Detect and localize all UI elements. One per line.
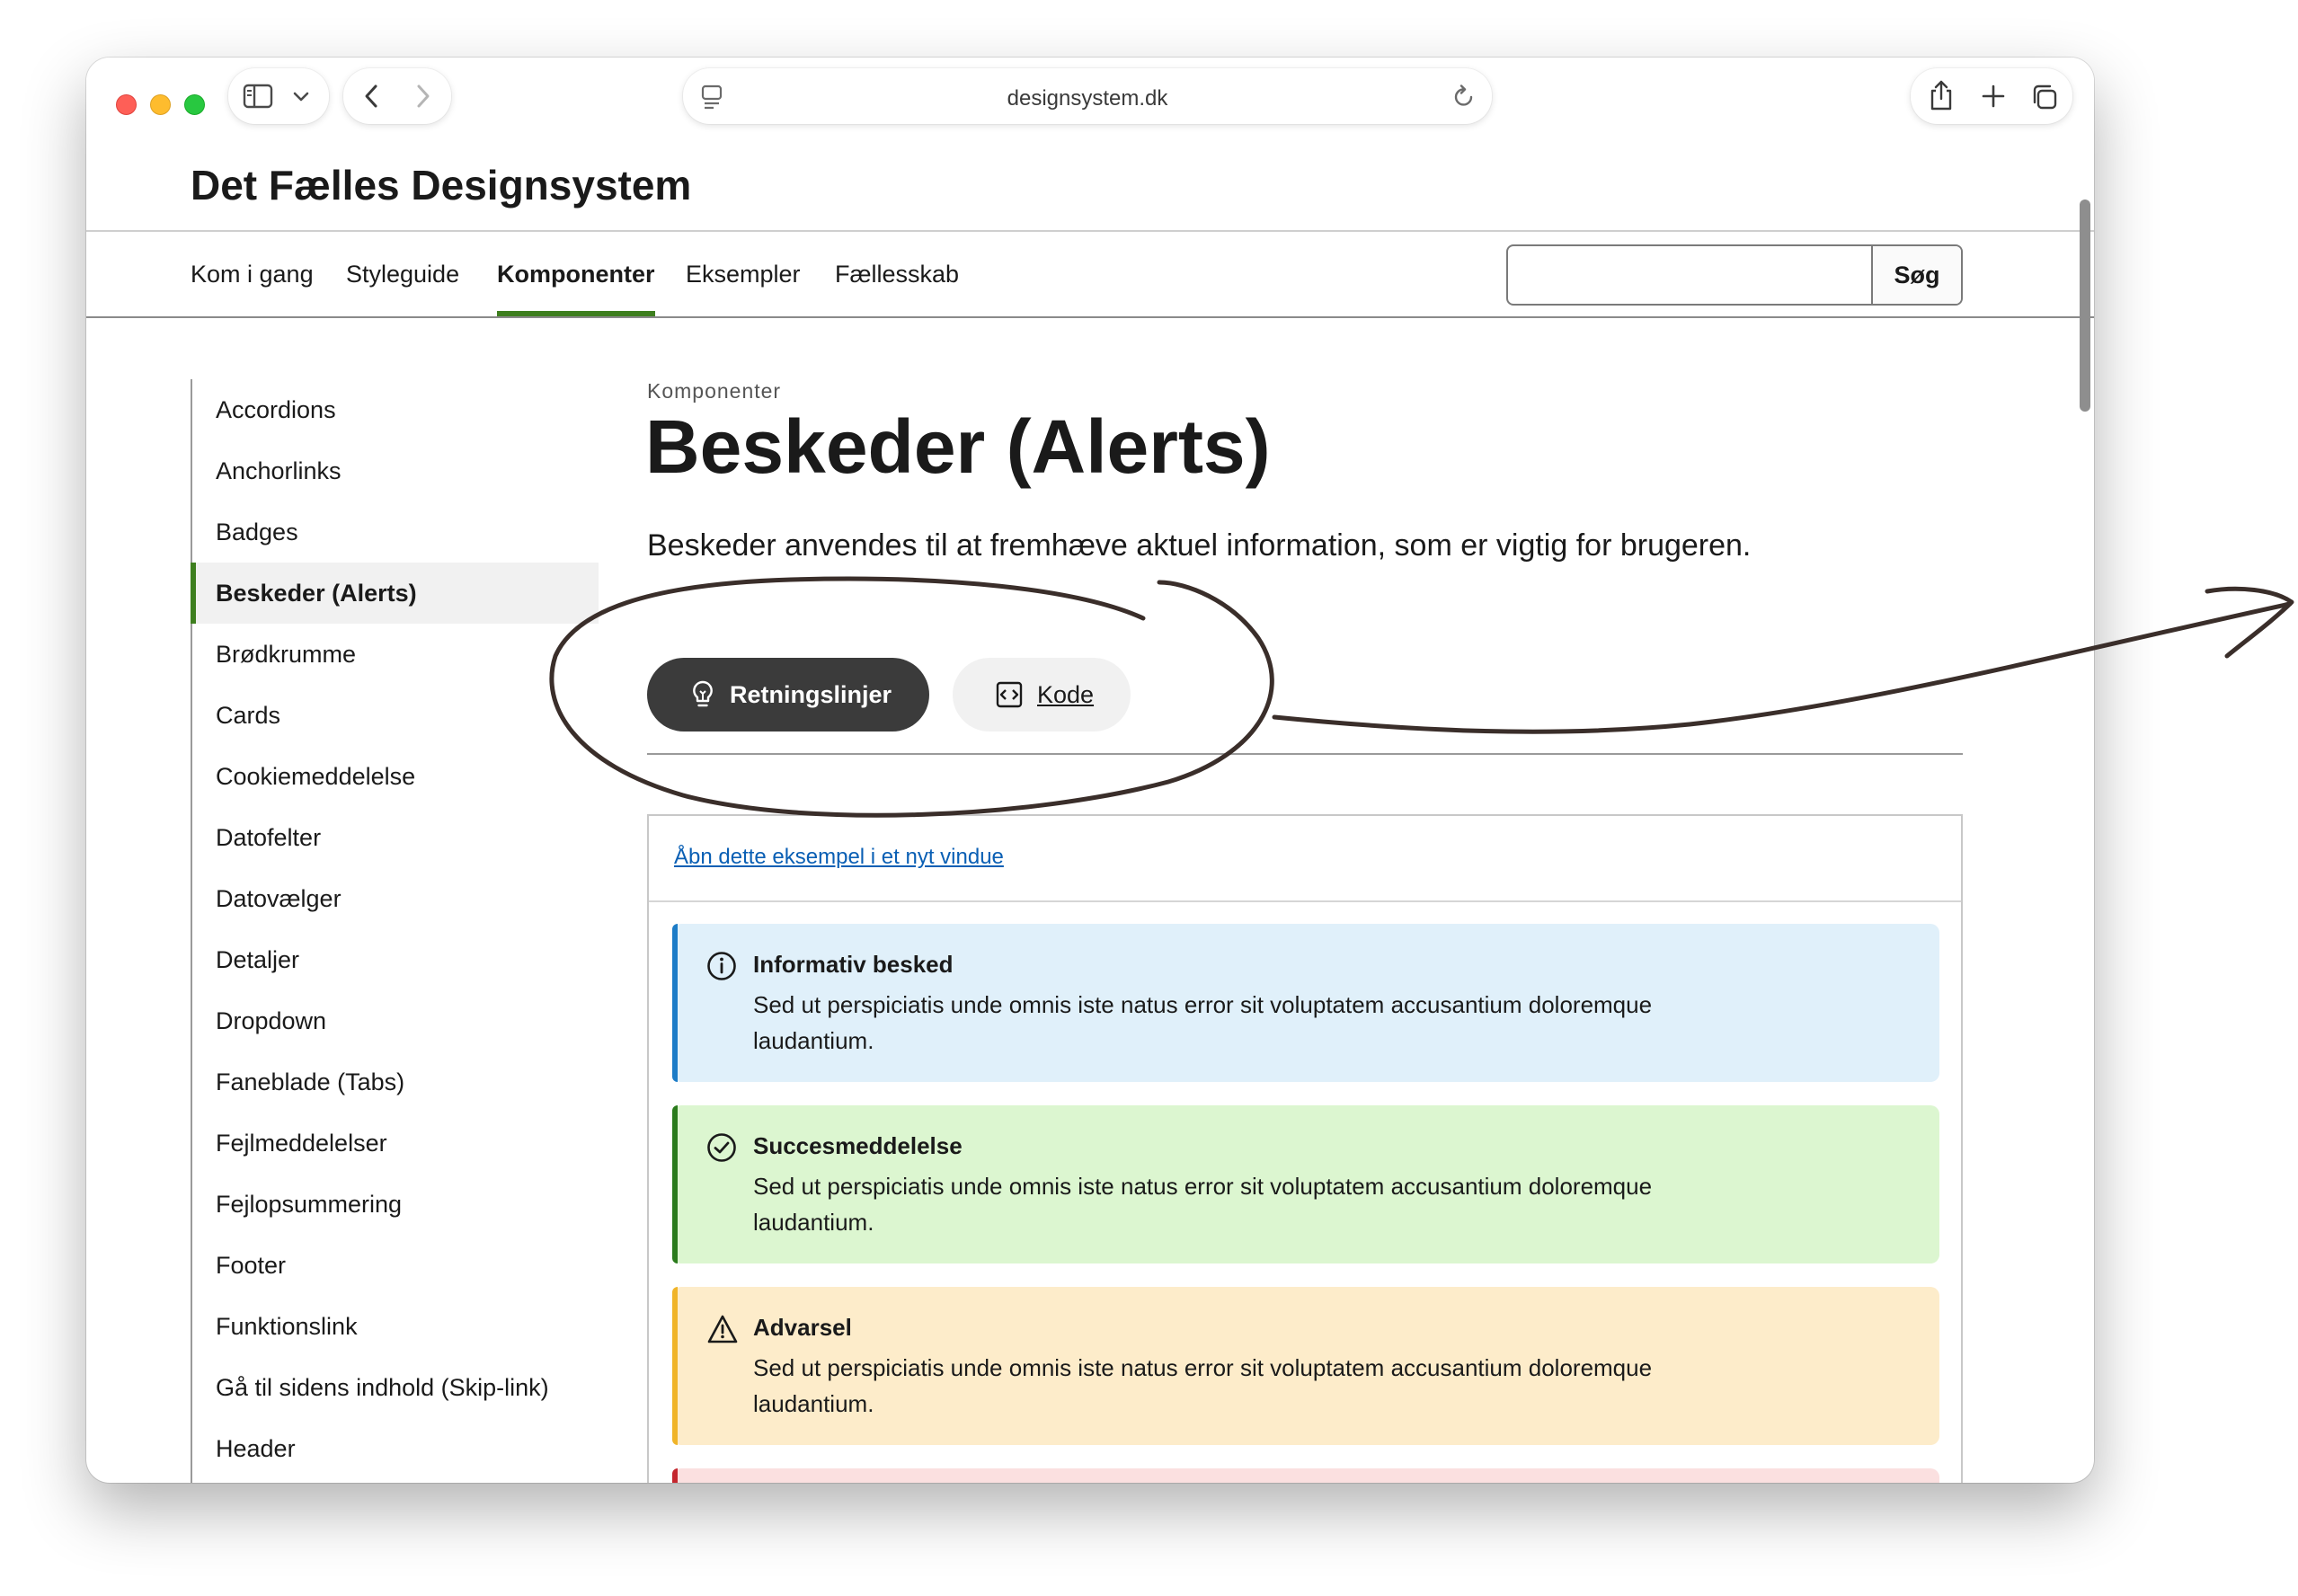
alert-success-bar bbox=[672, 1105, 678, 1264]
browser-toolbar: designsystem.dk bbox=[86, 58, 2094, 137]
sidebar-toggle-button[interactable] bbox=[228, 68, 329, 124]
forward-arrow-icon[interactable] bbox=[415, 84, 431, 109]
alert-success: Succesmeddelelse Sed ut perspiciatis und… bbox=[672, 1105, 1939, 1264]
code-icon bbox=[996, 681, 1023, 708]
back-arrow-icon[interactable] bbox=[363, 84, 379, 109]
alert-error-bar bbox=[672, 1468, 678, 1483]
reload-icon[interactable] bbox=[1452, 84, 1476, 110]
example-preview: Åbn dette eksempel i et nyt vindue Infor… bbox=[647, 814, 1963, 1483]
sidebar-item-anchorlinks[interactable]: Anchorlinks bbox=[192, 440, 599, 501]
alert-info: Informativ besked Sed ut perspiciatis un… bbox=[672, 924, 1939, 1082]
close-window-button[interactable] bbox=[116, 94, 137, 115]
alert-warning-title: Advarsel bbox=[753, 1314, 852, 1341]
sidebar-item-fejlmeddelelser[interactable]: Fejlmeddelelser bbox=[192, 1113, 599, 1174]
tab-kode[interactable]: Kode bbox=[953, 658, 1131, 732]
alert-info-title: Informativ besked bbox=[753, 951, 954, 978]
sidebar-item-cookiemeddelelse[interactable]: Cookiemeddelelse bbox=[192, 746, 599, 807]
breadcrumb: Komponenter bbox=[647, 379, 782, 403]
minimize-window-button[interactable] bbox=[150, 94, 171, 115]
open-example-link[interactable]: Åbn dette eksempel i et nyt vindue bbox=[674, 845, 1004, 870]
alert-info-bar bbox=[672, 924, 678, 1082]
sidebar-item-datovaelger[interactable]: Datovælger bbox=[192, 868, 599, 929]
sidebar-item-detaljer[interactable]: Detaljer bbox=[192, 929, 599, 990]
sidebar-item-brodkrumme[interactable]: Brødkrumme bbox=[192, 624, 599, 685]
sidebar-item-header[interactable]: Header bbox=[192, 1418, 599, 1479]
tab-kode-label: Kode bbox=[1037, 680, 1095, 708]
warning-icon bbox=[707, 1315, 738, 1343]
nav-item-komponenter[interactable]: Komponenter bbox=[497, 232, 655, 316]
history-nav bbox=[343, 68, 451, 124]
sidebar-item-footer[interactable]: Footer bbox=[192, 1235, 599, 1296]
tab-retningslinjer[interactable]: Retningslinjer bbox=[647, 658, 929, 732]
sidebar-item-datofelter[interactable]: Datofelter bbox=[192, 807, 599, 868]
share-icon[interactable] bbox=[1929, 79, 1954, 111]
alert-success-title: Succesmeddelelse bbox=[753, 1132, 963, 1159]
sidebar-toggle-icon bbox=[243, 84, 273, 109]
browser-actions bbox=[1911, 68, 2072, 124]
chevron-down-icon[interactable] bbox=[293, 92, 309, 102]
site-title[interactable]: Det Fælles Designsystem bbox=[191, 161, 691, 209]
side-menu: Accordions Anchorlinks Badges Beskeder (… bbox=[191, 379, 599, 1483]
alert-warning: Advarsel Sed ut perspiciatis unde omnis … bbox=[672, 1287, 1939, 1445]
search-button[interactable]: Søg bbox=[1871, 246, 1961, 304]
example-divider bbox=[649, 900, 1961, 902]
sidebar-item-badges[interactable]: Badges bbox=[192, 501, 599, 563]
info-icon bbox=[707, 952, 736, 980]
nav-item-kom-i-gang[interactable]: Kom i gang bbox=[191, 232, 314, 316]
nav-item-faellesskab[interactable]: Fællesskab bbox=[835, 232, 959, 316]
check-circle-icon bbox=[707, 1133, 736, 1162]
tab-retningslinjer-label: Retningslinjer bbox=[730, 680, 892, 708]
plus-icon[interactable] bbox=[1981, 84, 2006, 109]
alert-success-text: Sed ut perspiciatis unde omnis iste natu… bbox=[753, 1173, 1653, 1236]
lead-paragraph: Beskeder anvendes til at fremhæve aktuel… bbox=[647, 528, 1752, 563]
page-scrollbar[interactable] bbox=[2076, 140, 2092, 1461]
tabs-divider bbox=[647, 753, 1963, 755]
tab-overview-icon[interactable] bbox=[2031, 84, 2058, 111]
sidebar-item-cards[interactable]: Cards bbox=[192, 685, 599, 746]
alert-error bbox=[672, 1468, 1939, 1483]
url-text: designsystem.dk bbox=[1007, 86, 1168, 111]
browser-window: designsystem.dk Det Fælles Designsystem … bbox=[86, 58, 2094, 1483]
sidebar-item-dropdown[interactable]: Dropdown bbox=[192, 990, 599, 1051]
alert-warning-bar bbox=[672, 1287, 678, 1445]
page-title: Beskeder (Alerts) bbox=[645, 404, 1271, 489]
sidebar-item-funktionslink[interactable]: Funktionslink bbox=[192, 1296, 599, 1357]
scrollbar-thumb[interactable] bbox=[2080, 200, 2090, 412]
nav-item-styleguide[interactable]: Styleguide bbox=[346, 232, 459, 316]
alert-warning-text: Sed ut perspiciatis unde omnis iste natu… bbox=[753, 1354, 1653, 1417]
address-bar[interactable]: designsystem.dk bbox=[683, 68, 1492, 124]
search-form: Søg bbox=[1506, 244, 1963, 306]
lightbulb-icon bbox=[693, 680, 713, 707]
annotation-arrowhead bbox=[2205, 586, 2294, 659]
sidebar-item-accordions[interactable]: Accordions bbox=[192, 379, 599, 440]
nav-divider bbox=[86, 316, 2094, 318]
zoom-window-button[interactable] bbox=[184, 94, 205, 115]
nav-item-eksempler[interactable]: Eksempler bbox=[686, 232, 801, 316]
search-input[interactable] bbox=[1508, 246, 1873, 304]
alert-info-text: Sed ut perspiciatis unde omnis iste natu… bbox=[753, 991, 1653, 1054]
sidebar-item-faneblade[interactable]: Faneblade (Tabs) bbox=[192, 1051, 599, 1113]
sidebar-item-fejlopsummering[interactable]: Fejlopsummering bbox=[192, 1174, 599, 1235]
sidebar-item-beskeder[interactable]: Beskeder (Alerts) bbox=[191, 563, 599, 624]
sidebar-item-skip-link[interactable]: Gå til sidens indhold (Skip-link) bbox=[192, 1357, 599, 1418]
